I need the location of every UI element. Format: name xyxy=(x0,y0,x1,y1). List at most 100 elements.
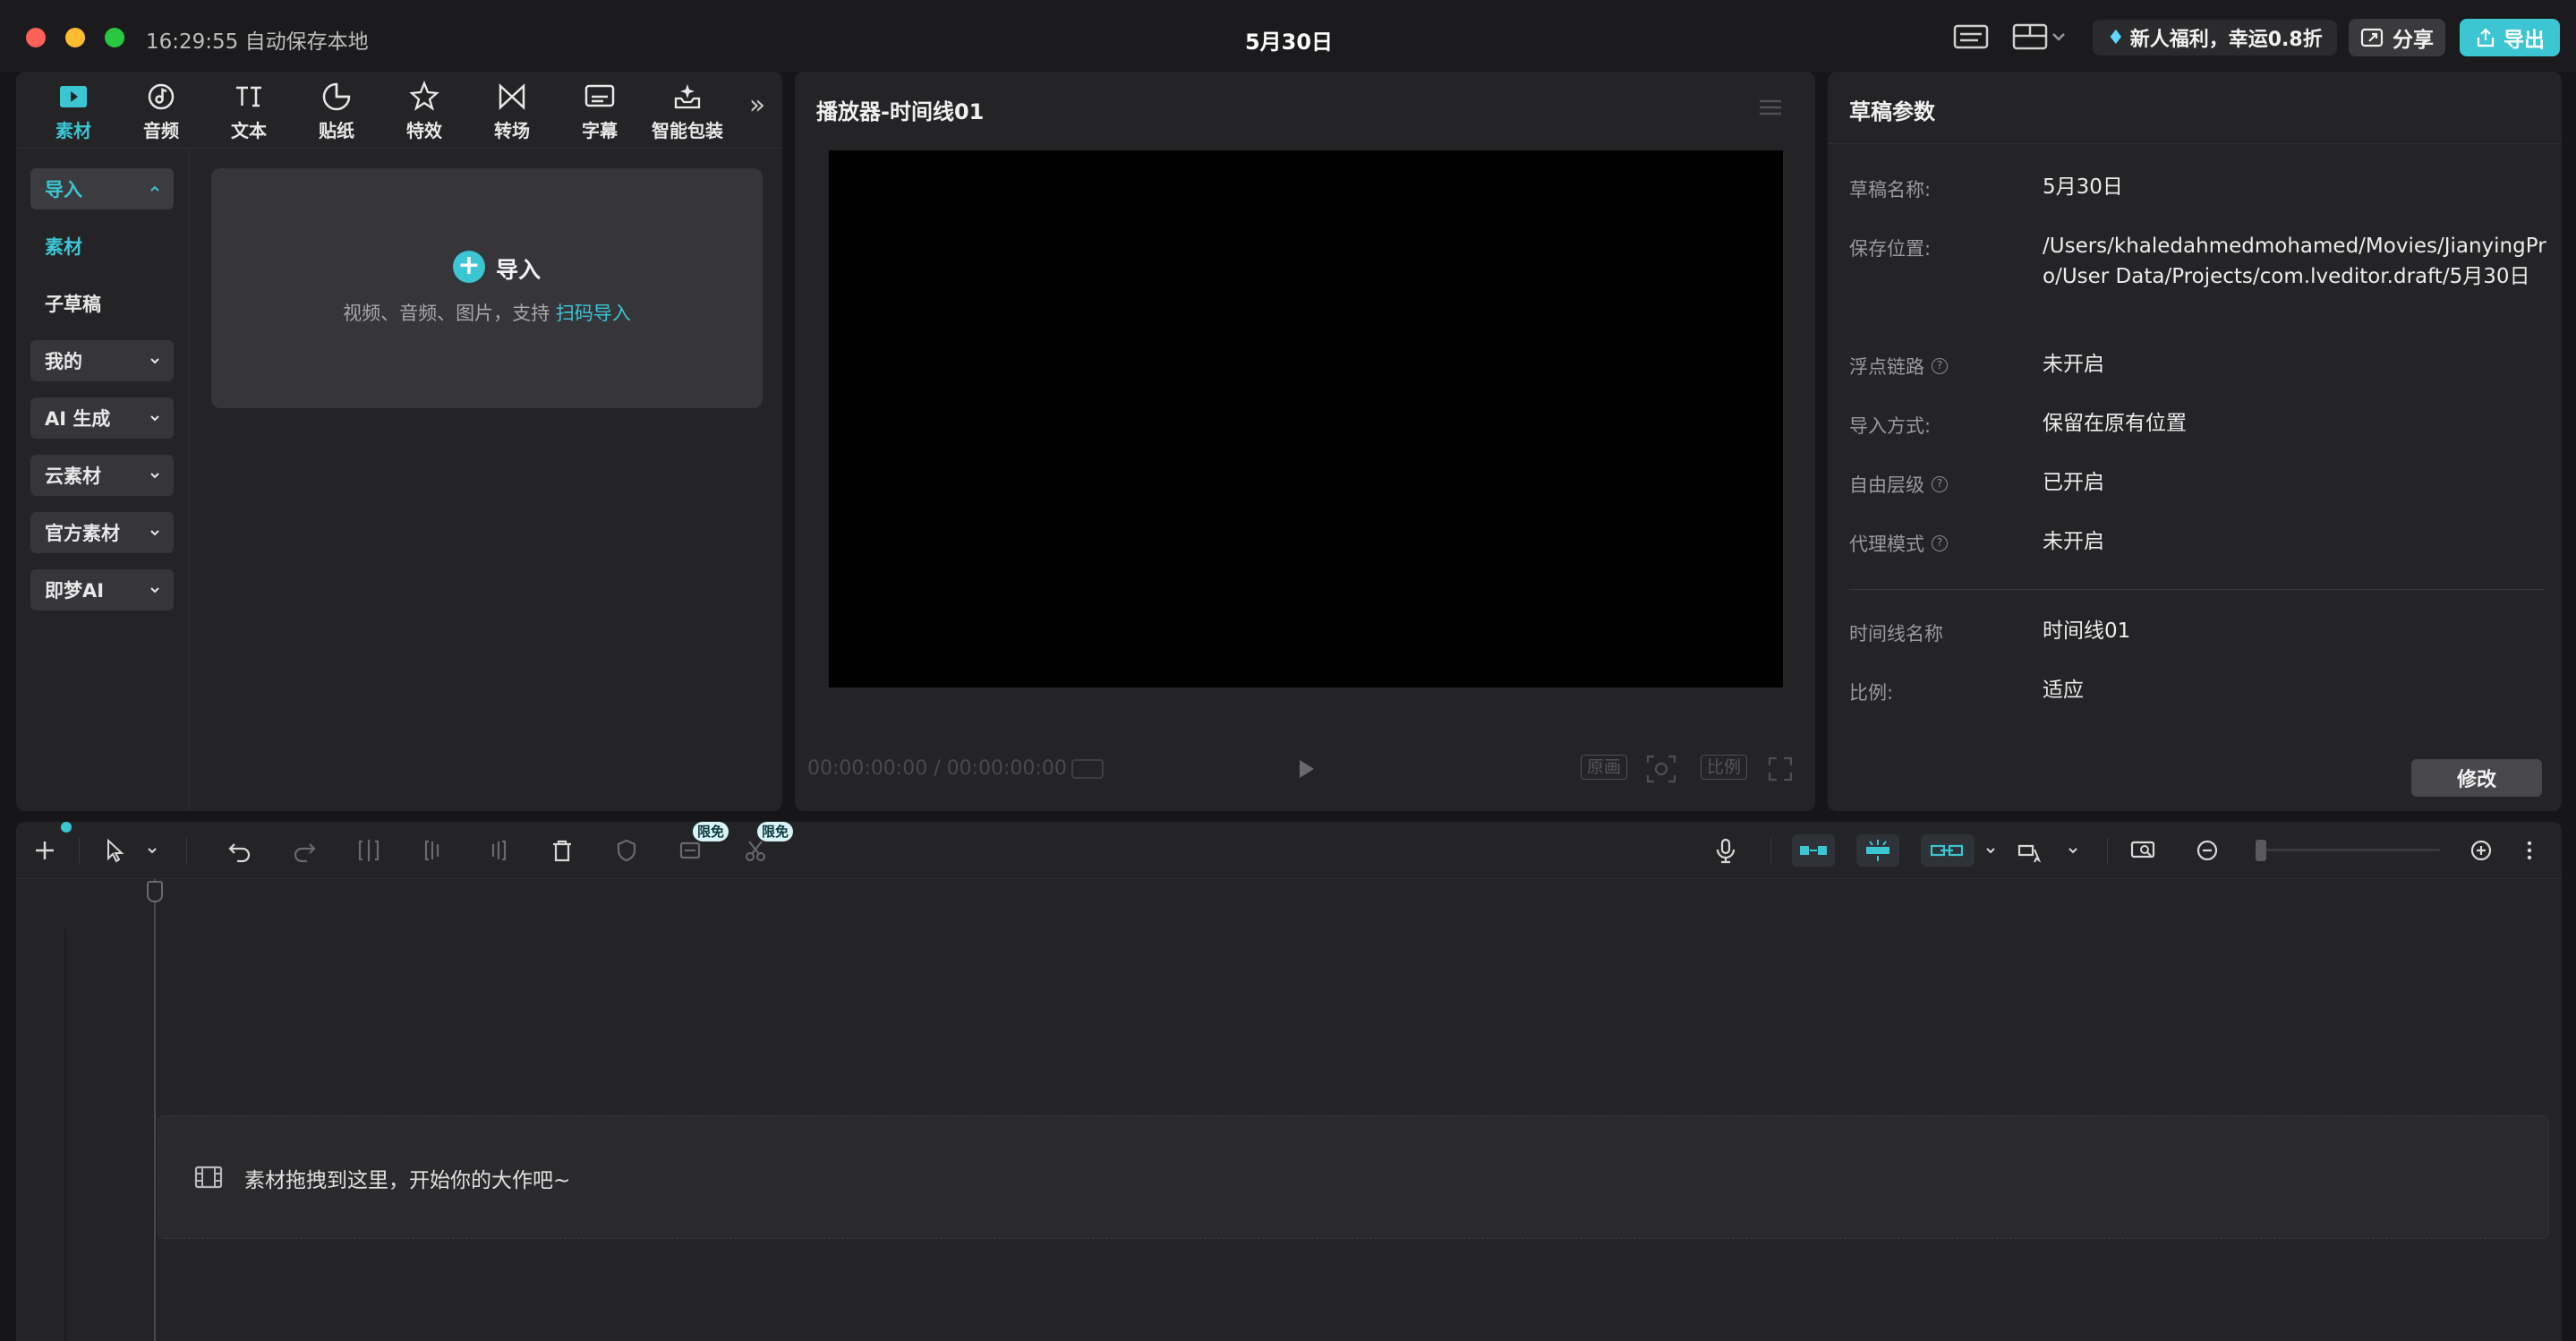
original-quality-button[interactable]: 原画 xyxy=(1581,754,1628,780)
maximize-window-button[interactable] xyxy=(105,28,124,47)
import-desc-text: 视频、音频、图片，支持 xyxy=(343,303,556,324)
audio-icon xyxy=(148,83,175,109)
nav-jimeng[interactable]: 即梦AI xyxy=(30,569,174,611)
help-icon[interactable]: ? xyxy=(1932,535,1948,551)
scan-import-link[interactable]: 扫码导入 xyxy=(556,303,631,324)
menu-icon[interactable] xyxy=(1758,97,1783,118)
label-text: 时间线名称 xyxy=(1849,623,1943,645)
tab-media[interactable]: 素材 xyxy=(30,79,116,143)
tab-sticker-label: 贴纸 xyxy=(319,119,354,141)
minimize-window-button[interactable] xyxy=(65,28,85,47)
auto-snap-icon[interactable] xyxy=(1856,834,1899,867)
nav-import[interactable]: 导入 xyxy=(30,168,174,209)
promo-text: 新人福利，幸运0.8折 xyxy=(2129,29,2323,51)
export-button[interactable]: 导出 xyxy=(2460,19,2560,56)
timeline-drop-zone[interactable]: 素材拖拽到这里，开始你的大作吧~ xyxy=(158,1115,2549,1239)
label-text: 草稿名称: xyxy=(1849,179,1932,201)
preview-axis-icon[interactable] xyxy=(2014,834,2046,867)
ratio-param-label: 比例: xyxy=(1849,679,1893,705)
linkage-icon[interactable] xyxy=(1921,834,1975,867)
nav-sub-draft[interactable]: 子草稿 xyxy=(30,283,174,324)
zoom-slider-track[interactable] xyxy=(2261,849,2440,851)
promo-banner[interactable]: ♦ 新人福利，幸运0.8折 xyxy=(2093,20,2337,56)
timeline-name-label: 时间线名称 xyxy=(1849,619,1943,646)
help-icon[interactable]: ? xyxy=(1932,476,1948,492)
project-title: 5月30日 xyxy=(1244,30,1334,55)
tab-subtitle[interactable]: 字幕 xyxy=(557,79,643,143)
playback-time: 00:00:00:00 / 00:00:00:00 xyxy=(807,757,1067,780)
tab-audio[interactable]: 音频 xyxy=(118,79,204,143)
label-text: 导入方式: xyxy=(1849,415,1932,437)
zoom-in-icon[interactable] xyxy=(2465,834,2497,867)
zoom-fit-icon[interactable] xyxy=(2127,834,2159,867)
category-toolbar: 素材 音频 文本 贴纸 特效 转场 字幕 智能包装 » xyxy=(16,72,782,149)
ratio-button[interactable]: 比例 xyxy=(1701,754,1748,780)
tab-audio-label: 音频 xyxy=(143,119,179,141)
modify-button[interactable]: 修改 xyxy=(2411,759,2542,797)
nav-cloud[interactable]: 云素材 xyxy=(30,455,174,496)
zoom-slider-handle[interactable] xyxy=(2256,840,2266,861)
main-track-magnet-icon[interactable] xyxy=(1792,834,1835,867)
zoom-out-icon[interactable] xyxy=(2191,834,2223,867)
tab-smart-pack[interactable]: 智能包装 xyxy=(644,79,730,143)
tab-sticker[interactable]: 贴纸 xyxy=(294,79,380,143)
divider xyxy=(1828,143,2562,144)
tab-subtitle-label: 字幕 xyxy=(582,119,618,141)
redo-icon[interactable] xyxy=(288,834,320,867)
delete-left-icon[interactable] xyxy=(417,834,449,867)
nav-ai-gen[interactable]: AI 生成 xyxy=(30,397,174,439)
delete-icon[interactable] xyxy=(546,834,578,867)
subtitle-icon xyxy=(584,84,615,107)
label-text: 保存位置: xyxy=(1849,238,1932,260)
playhead-line[interactable] xyxy=(154,879,156,1341)
shortcut-icon[interactable] xyxy=(1951,22,1991,51)
more-options-icon[interactable] xyxy=(2513,834,2546,867)
title-bar: 16:29:55 自动保存本地 5月30日 ♦ 新人福利，幸运0.8折 分享 导… xyxy=(0,0,2576,72)
share-button[interactable]: 分享 xyxy=(2349,19,2445,56)
tab-text-label: 文本 xyxy=(231,119,267,141)
shield-icon[interactable] xyxy=(610,834,643,867)
playhead-handle[interactable] xyxy=(147,881,163,902)
chevron-down-icon[interactable] xyxy=(1982,834,2000,867)
nav-mine[interactable]: 我的 xyxy=(30,340,174,381)
tab-transition[interactable]: 转场 xyxy=(469,79,555,143)
proxy-mode-label: 代理模式? xyxy=(1849,530,1948,557)
import-description: 视频、音频、图片，支持 扫码导入 xyxy=(211,299,763,326)
play-icon[interactable] xyxy=(1292,756,1319,782)
tab-effects[interactable]: 特效 xyxy=(381,79,467,143)
timecode-format-icon[interactable] xyxy=(1070,757,1106,781)
fullscreen-icon[interactable] xyxy=(1767,756,1794,782)
delete-right-icon[interactable] xyxy=(482,834,514,867)
proxy-mode-value: 未开启 xyxy=(2043,530,2104,553)
screenshot-icon[interactable] xyxy=(1645,754,1677,784)
nav-mine-label: 我的 xyxy=(45,351,82,372)
help-icon[interactable]: ? xyxy=(1932,358,1948,374)
autosave-status: 16:29:55 自动保存本地 xyxy=(146,30,369,54)
select-cursor-icon[interactable] xyxy=(98,834,131,867)
tab-text[interactable]: 文本 xyxy=(206,79,292,143)
label-text: 浮点链路 xyxy=(1849,356,1924,378)
original-quality-label: 原画 xyxy=(1581,755,1628,780)
undo-icon[interactable] xyxy=(224,834,256,867)
chevron-down-icon[interactable] xyxy=(143,834,161,867)
divider xyxy=(1770,838,1771,863)
close-window-button[interactable] xyxy=(26,28,46,47)
split-icon[interactable] xyxy=(353,834,385,867)
microphone-icon[interactable] xyxy=(1710,834,1742,867)
import-mode-label: 导入方式: xyxy=(1849,412,1931,439)
video-preview[interactable] xyxy=(829,150,1783,688)
import-dropzone[interactable]: + 导入 视频、音频、图片，支持 扫码导入 xyxy=(211,168,763,408)
track-header-divider xyxy=(64,929,66,1341)
divider xyxy=(79,838,80,863)
layout-icon[interactable] xyxy=(2012,22,2066,51)
sticker-icon xyxy=(322,82,351,110)
add-track-icon[interactable] xyxy=(29,834,61,867)
effects-icon xyxy=(409,80,439,111)
nav-official[interactable]: 官方素材 xyxy=(30,512,174,553)
more-categories-icon[interactable]: » xyxy=(739,90,775,125)
smart-pack-icon xyxy=(674,83,701,108)
media-panel: 素材 音频 文本 贴纸 特效 转场 字幕 智能包装 » 导入 素材 子草稿 我的… xyxy=(16,72,782,811)
chevron-down-icon[interactable] xyxy=(2064,834,2082,867)
ratio-label: 比例 xyxy=(1701,755,1748,780)
nav-media[interactable]: 素材 xyxy=(30,226,174,267)
